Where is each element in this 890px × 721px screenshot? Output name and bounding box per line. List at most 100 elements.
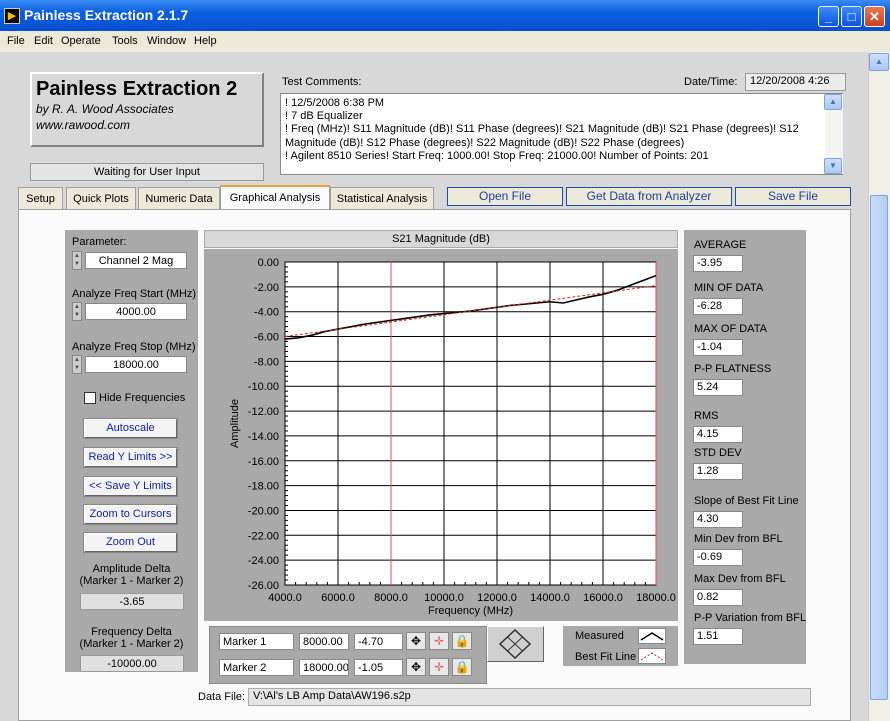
- hide-frequencies-label: Hide Frequencies: [99, 392, 186, 404]
- stat-value: -0.69: [693, 549, 743, 566]
- close-button[interactable]: ✕: [864, 6, 885, 27]
- frequency-delta-label: Frequency Delta (Marker 1 - Marker 2): [65, 626, 198, 650]
- open-file-button[interactable]: Open File: [447, 187, 563, 206]
- status-indicator: Waiting for User Input: [30, 163, 264, 181]
- stat-value: 1.28: [693, 463, 743, 480]
- comments-textarea[interactable]: ! 12/5/2008 6:38 PM ! 7 dB Equalizer ! F…: [280, 93, 843, 175]
- parameter-stepper[interactable]: ▲ ▼: [72, 251, 82, 270]
- stat-value: -6.28: [693, 298, 743, 315]
- marker2-amp[interactable]: -1.05: [354, 659, 403, 676]
- freq-start-input[interactable]: 4000.00: [85, 303, 187, 320]
- s21-chart[interactable]: 4000.0 6000.0 8000.0 10000.0 12000.0 14000.0 1…: [204, 249, 678, 621]
- comment-line: ! Freq (MHz)! S11 Magnitude (dB)! S11 Ph…: [285, 123, 799, 149]
- lock-icon[interactable]: 🔒: [452, 658, 472, 676]
- x-tick-label: 10000.0: [424, 592, 464, 604]
- freq-delta-label-line2: (Marker 1 - Marker 2): [79, 638, 184, 650]
- move-cursor-icon[interactable]: ✥: [406, 632, 426, 650]
- amp-delta-label-line1: Amplitude Delta: [92, 563, 171, 575]
- menu-tools[interactable]: Tools: [112, 35, 138, 47]
- hide-frequencies-checkbox[interactable]: [84, 392, 96, 404]
- crosshair-icon[interactable]: ✛: [429, 632, 449, 650]
- app-icon[interactable]: ▶: [4, 8, 20, 24]
- chart-title: S21 Magnitude (dB): [204, 230, 678, 248]
- datafile-path[interactable]: V:\Al's LB Amp Data\AW196.s2p: [248, 688, 811, 706]
- freq-stop-input[interactable]: 18000.00: [85, 356, 187, 373]
- move-cursor-icon[interactable]: ✥: [406, 658, 426, 676]
- stat-label: AVERAGE: [694, 239, 747, 251]
- tab-setup[interactable]: Setup: [18, 187, 63, 210]
- x-tick-label: 6000.0: [321, 592, 355, 604]
- comments-scroll-down[interactable]: ▼: [824, 158, 842, 174]
- tab-graphical-analysis[interactable]: Graphical Analysis: [220, 185, 330, 210]
- save-file-button[interactable]: Save File: [735, 187, 851, 206]
- lock-icon[interactable]: 🔒: [452, 632, 472, 650]
- zoom-to-cursors-button[interactable]: Zoom to Cursors: [84, 505, 177, 524]
- menu-edit[interactable]: Edit: [34, 35, 53, 47]
- crosshair-icon[interactable]: ✛: [429, 658, 449, 676]
- datafile-label: Data File:: [198, 691, 246, 703]
- comments-scroll-up[interactable]: ▲: [824, 94, 842, 110]
- y-tick-label: -24.00: [248, 555, 279, 567]
- datetime-field[interactable]: 12/20/2008 4:26: [745, 73, 846, 91]
- y-tick-label: -4.00: [254, 307, 279, 319]
- read-y-limits-button[interactable]: Read Y Limits >>: [84, 448, 177, 467]
- freq-delta-label-line1: Frequency Delta: [91, 626, 172, 638]
- tab-statistical-analysis[interactable]: Statistical Analysis: [330, 187, 434, 210]
- scroll-up-button[interactable]: ▲: [869, 53, 889, 71]
- y-tick-label: -6.00: [254, 332, 279, 344]
- zoom-out-button[interactable]: Zoom Out: [84, 533, 177, 552]
- title-bar: ▶ Painless Extraction 2.1.7 _ □ ✕: [0, 0, 890, 31]
- marker1-amp[interactable]: -4.70: [354, 633, 403, 650]
- maximize-button[interactable]: □: [841, 6, 862, 27]
- x-tick-label: 16000.0: [583, 592, 623, 604]
- comments-text: ! 12/5/2008 6:38 PM ! 7 dB Equalizer ! F…: [285, 97, 817, 163]
- menu-bar: File Edit Operate Tools Window Help: [0, 31, 890, 52]
- legend-measured-label: Measured: [575, 630, 624, 642]
- menu-operate[interactable]: Operate: [61, 35, 101, 47]
- menu-file[interactable]: File: [7, 35, 25, 47]
- logo-by: by R. A. Wood Associates: [36, 102, 174, 116]
- menu-help[interactable]: Help: [194, 35, 217, 47]
- freq-start-stepper[interactable]: ▲ ▼: [72, 302, 82, 321]
- stat-label: RMS: [694, 410, 719, 422]
- minimize-button[interactable]: _: [818, 6, 839, 27]
- marker2-freq[interactable]: 18000.00: [299, 659, 349, 676]
- stat-label: Slope of Best Fit Line: [694, 495, 799, 507]
- amplitude-delta-value: -3.65: [80, 593, 184, 610]
- comments-scrollbar[interactable]: ▲ ▼: [824, 94, 843, 174]
- freq-start-label: Analyze Freq Start (MHz): [72, 288, 197, 300]
- stat-label: MAX OF DATA: [694, 323, 767, 335]
- get-data-button[interactable]: Get Data from Analyzer: [566, 187, 732, 206]
- scroll-thumb[interactable]: [870, 195, 888, 700]
- menu-window[interactable]: Window: [147, 35, 186, 47]
- stat-label: P-P FLATNESS: [694, 363, 772, 375]
- autoscale-button[interactable]: Autoscale: [84, 419, 177, 438]
- zoom-pan-tool[interactable]: [487, 626, 544, 662]
- legend-panel: Measured Best Fit Line: [563, 626, 678, 666]
- y-tick-label: -14.00: [248, 431, 279, 443]
- tab-quick-plots[interactable]: Quick Plots: [66, 187, 136, 210]
- save-y-limits-button[interactable]: << Save Y Limits: [84, 477, 177, 496]
- comment-line: ! 12/5/2008 6:38 PM: [285, 97, 385, 109]
- marker1-name[interactable]: Marker 1: [219, 633, 294, 650]
- comments-label: Test Comments:: [282, 76, 362, 88]
- y-tick-label: -18.00: [248, 481, 279, 493]
- frequency-delta-value: -10000.00: [80, 655, 184, 672]
- marker1-freq[interactable]: 8000.00: [299, 633, 349, 650]
- x-tick-label: 18000.0: [636, 592, 676, 604]
- y-axis-label: Amplitude: [229, 399, 241, 448]
- stat-value: 4.15: [693, 426, 743, 443]
- stat-value: -3.95: [693, 255, 743, 272]
- amplitude-delta-label: Amplitude Delta (Marker 1 - Marker 2): [65, 563, 198, 587]
- y-tick-label: -10.00: [248, 381, 279, 393]
- y-tick-label: -2.00: [254, 282, 279, 294]
- logo-url: www.rawood.com: [36, 118, 131, 132]
- parameter-select[interactable]: Channel 2 Mag: [85, 252, 187, 269]
- stat-value: 4.30: [693, 511, 743, 528]
- legend-bestfit-swatch: [638, 648, 666, 664]
- marker2-name[interactable]: Marker 2: [219, 659, 294, 676]
- comment-line: ! 7 dB Equalizer: [285, 110, 363, 123]
- freq-stop-stepper[interactable]: ▲ ▼: [72, 355, 82, 374]
- tab-numeric-data[interactable]: Numeric Data: [138, 187, 220, 210]
- x-tick-label: 4000.0: [268, 592, 302, 604]
